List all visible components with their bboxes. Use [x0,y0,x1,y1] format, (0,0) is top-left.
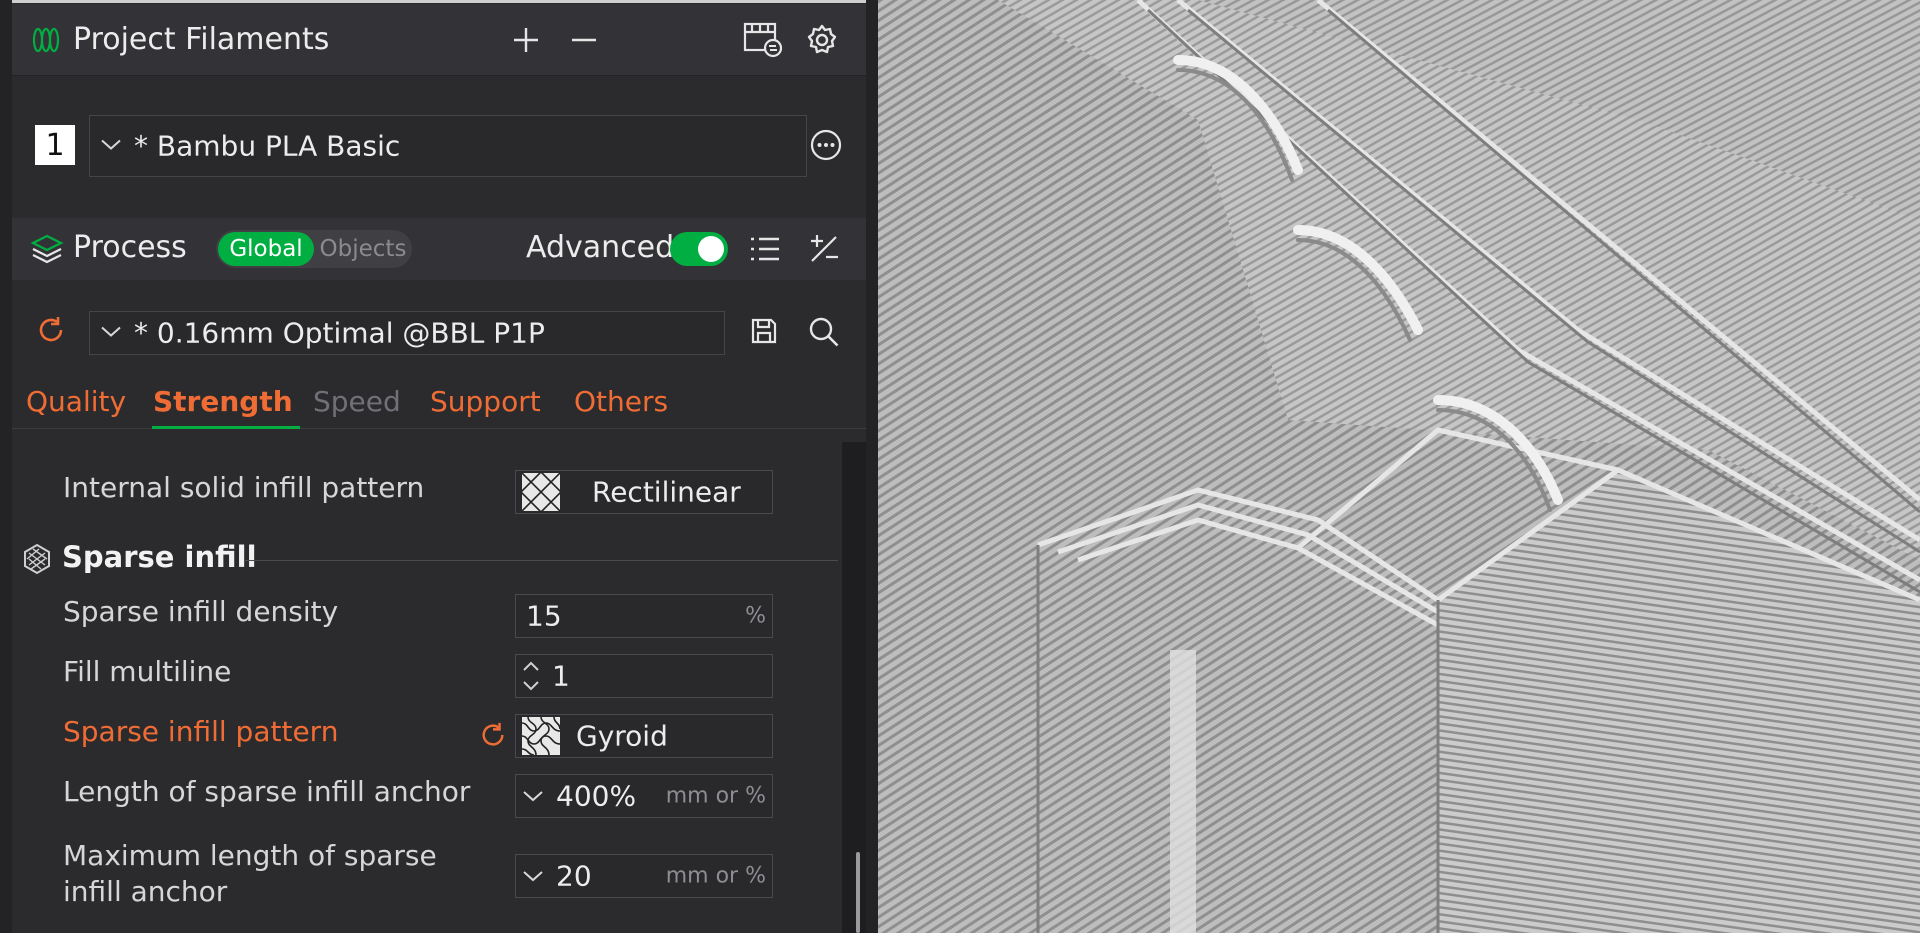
list-icon[interactable] [748,232,782,266]
anchor-length-unit: mm or % [665,783,766,809]
process-preset-row: * 0.16mm Optimal @BBL P1P [12,281,866,381]
fill-multiline-value: 1 [552,659,570,693]
fill-multiline-stepper[interactable]: 1 [515,654,773,698]
filament-header: Project Filaments [12,4,866,76]
anchor-max-label-line2: infill anchor [63,875,228,908]
sidebar-right-edge [866,0,878,933]
anchor-length-label: Length of sparse infill anchor [63,775,471,808]
tab-others[interactable]: Others [574,385,668,418]
settings-scrollbar[interactable] [842,442,866,933]
gyroid-pattern-icon [521,716,561,756]
filament-row: 1 * Bambu PLA Basic [12,77,866,217]
advanced-label: Advanced [526,230,675,265]
sync-filament-icon[interactable] [742,20,784,60]
internal-solid-infill-pattern-value: Rectilinear [592,475,741,509]
process-mode-switch[interactable]: Global Objects [216,230,412,268]
layers-icon [30,232,64,266]
filament-name: * Bambu PLA Basic [134,129,401,163]
search-icon[interactable] [807,315,841,349]
stepper-arrows-icon[interactable] [520,657,542,695]
active-tab-indicator [152,426,300,429]
top-divider [12,0,866,3]
print-preview-render [878,0,1920,933]
sparse-infill-density-label: Sparse infill density [63,595,339,628]
tab-quality[interactable]: Quality [26,385,126,418]
sparse-infill-density-value: 15 [526,599,562,633]
gear-icon[interactable] [806,24,838,56]
mode-objects-button[interactable]: Objects [316,232,410,266]
sparse-infill-pattern-value: Gyroid [576,719,668,753]
tab-speed[interactable]: Speed [313,385,401,418]
filament-title: Project Filaments [73,22,330,57]
add-icon[interactable] [510,24,542,56]
sidebar-panel: Project Filaments 1 * Bambu PLA Basic Pr… [0,0,878,933]
settings-tabs: Quality Strength Speed Support Others [12,381,866,429]
settings-list: Internal solid infill pattern Rectilinea… [12,430,842,933]
filament-combo[interactable]: * Bambu PLA Basic [89,115,807,177]
save-icon[interactable] [748,315,780,347]
compare-icon[interactable] [807,232,841,266]
sidebar-left-edge [0,0,12,933]
sparse-infill-section-title: Sparse infill [62,540,257,574]
anchor-max-value: 20 [556,859,592,893]
reset-icon[interactable] [36,315,66,345]
internal-solid-infill-pattern-label: Internal solid infill pattern [63,471,425,504]
process-header: Process Global Objects Advanced [12,218,866,280]
chevron-down-icon [100,137,122,156]
process-title: Process [73,230,187,265]
anchor-length-combo[interactable]: 400% mm or % [515,774,773,818]
advanced-toggle-knob [698,236,724,262]
tab-strength[interactable]: Strength [153,385,293,418]
tab-support[interactable]: Support [430,385,541,418]
fill-multiline-label: Fill multiline [63,655,232,688]
mode-global-button[interactable]: Global [218,232,314,266]
anchor-max-label-line1: Maximum length of sparse [63,839,437,872]
chevron-down-icon [100,324,122,343]
process-preset-name: * 0.16mm Optimal @BBL P1P [134,316,545,350]
filament-slot-number[interactable]: 1 [35,125,75,165]
sparse-infill-section-icon [20,542,54,576]
reset-icon[interactable] [478,720,508,750]
more-options-icon[interactable] [808,127,844,163]
sparse-infill-pattern-label: Sparse infill pattern [63,715,339,748]
sparse-infill-density-unit: % [745,603,766,629]
sparse-infill-pattern-select[interactable]: Gyroid [515,714,773,758]
settings-scrollbar-thumb[interactable] [856,852,860,933]
anchor-max-unit: mm or % [665,863,766,889]
anchor-length-value: 400% [556,779,637,813]
internal-solid-infill-pattern-select[interactable]: Rectilinear [501,452,773,532]
chevron-down-icon[interactable] [522,787,544,805]
section-divider [244,560,838,561]
chevron-down-icon[interactable] [522,867,544,885]
remove-icon[interactable] [568,24,600,56]
3d-viewport[interactable] [878,0,1920,933]
process-preset-combo[interactable]: * 0.16mm Optimal @BBL P1P [89,311,725,355]
rectilinear-pattern-icon [501,452,581,532]
filament-icon [30,24,62,56]
anchor-max-combo[interactable]: 20 mm or % [515,854,773,898]
sparse-infill-density-input[interactable]: 15 % [515,594,773,638]
advanced-toggle[interactable] [670,232,728,266]
